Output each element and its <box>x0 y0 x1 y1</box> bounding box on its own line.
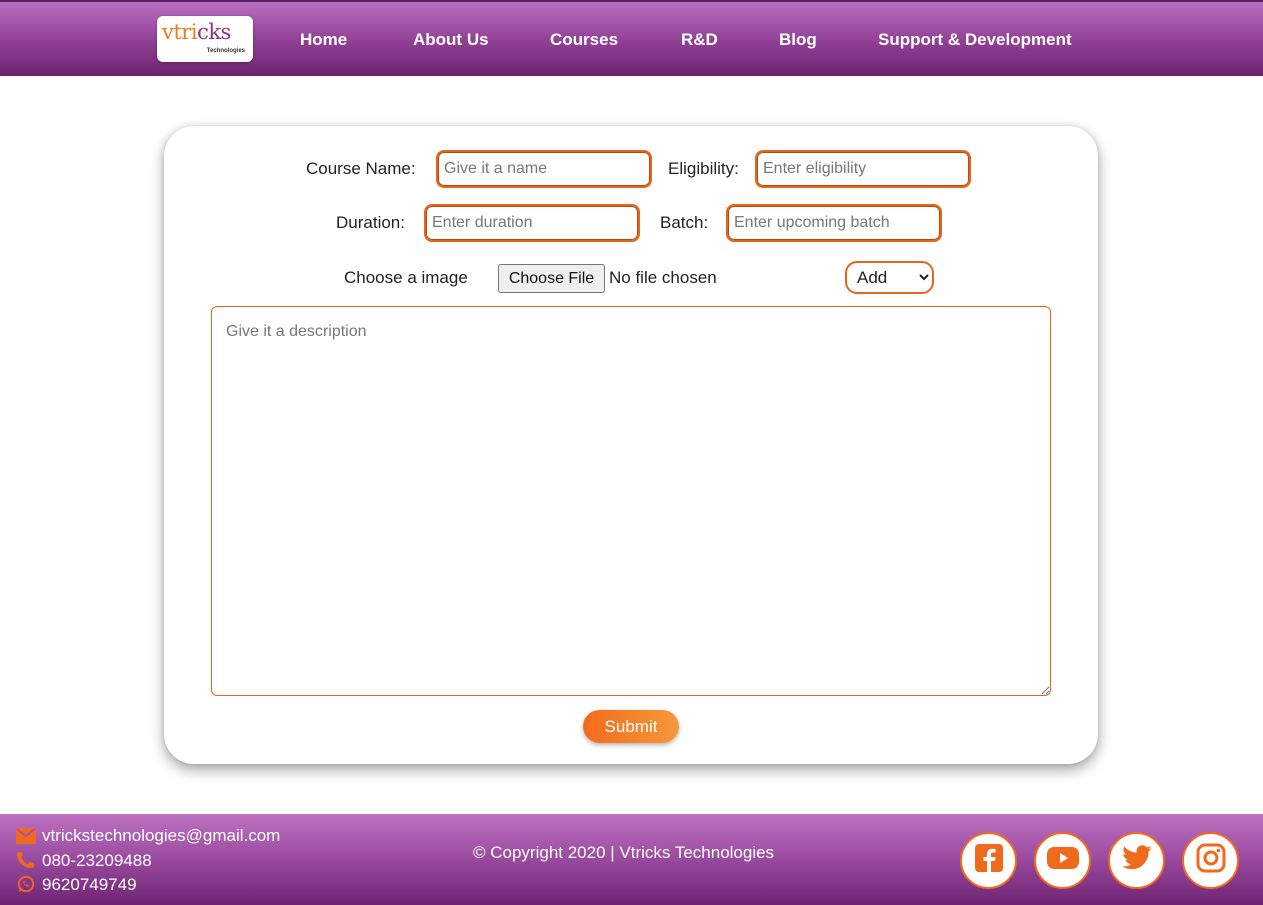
footer-email[interactable]: vtrickstechnologies@gmail.com <box>16 826 280 846</box>
image-label: Choose a image <box>344 268 468 287</box>
duration-label: Duration: <box>336 213 405 232</box>
course-name-input[interactable] <box>436 150 652 188</box>
course-form-card: Course Name: Eligibility: Duration: Batc… <box>164 126 1098 764</box>
nav-rnd[interactable]: R&D <box>681 30 718 50</box>
phone-text: 080-23209488 <box>42 851 152 870</box>
youtube-icon <box>1046 846 1079 875</box>
eligibility-input[interactable] <box>755 150 971 188</box>
batch-input[interactable] <box>726 204 942 242</box>
description-textarea[interactable] <box>211 306 1051 696</box>
twitter-link[interactable] <box>1108 832 1165 889</box>
facebook-link[interactable] <box>960 832 1017 889</box>
file-status-text: No file chosen <box>609 268 717 287</box>
nav-support-development[interactable]: Support & Development <box>878 30 1072 50</box>
twitter-icon <box>1121 844 1153 877</box>
nav-about-us[interactable]: About Us <box>413 30 489 50</box>
footer-phone[interactable]: 080-23209488 <box>16 851 152 871</box>
instagram-link[interactable] <box>1182 832 1239 889</box>
facebook-icon <box>974 843 1004 878</box>
phone-icon <box>16 851 36 869</box>
email-text: vtrickstechnologies@gmail.com <box>42 826 281 845</box>
whatsapp-text: 9620749749 <box>42 875 137 894</box>
submit-button[interactable]: Submit <box>583 710 679 743</box>
email-icon <box>16 828 36 846</box>
whatsapp-icon <box>16 875 36 893</box>
youtube-link[interactable] <box>1034 832 1091 889</box>
course-name-label: Course Name: <box>306 159 416 178</box>
nav-blog[interactable]: Blog <box>779 30 817 50</box>
nav-courses[interactable]: Courses <box>550 30 618 50</box>
copyright-text: © Copyright 2020 | Vtricks Technologies <box>473 843 775 862</box>
footer-whatsapp[interactable]: 9620749749 <box>16 875 137 895</box>
choose-file-button[interactable]: Choose File <box>498 264 605 293</box>
duration-input[interactable] <box>424 204 640 242</box>
main-nav: Home About Us Courses R&D Blog Support &… <box>0 30 1263 50</box>
footer: vtrickstechnologies@gmail.com 080-232094… <box>0 814 1263 905</box>
instagram-icon <box>1196 843 1226 878</box>
top-navbar: vtricks Technologies Home About Us Cours… <box>0 0 1263 76</box>
eligibility-label: Eligibility: <box>668 159 739 178</box>
action-select[interactable]: Add <box>845 261 934 294</box>
nav-home[interactable]: Home <box>300 30 347 50</box>
batch-label: Batch: <box>660 213 709 232</box>
